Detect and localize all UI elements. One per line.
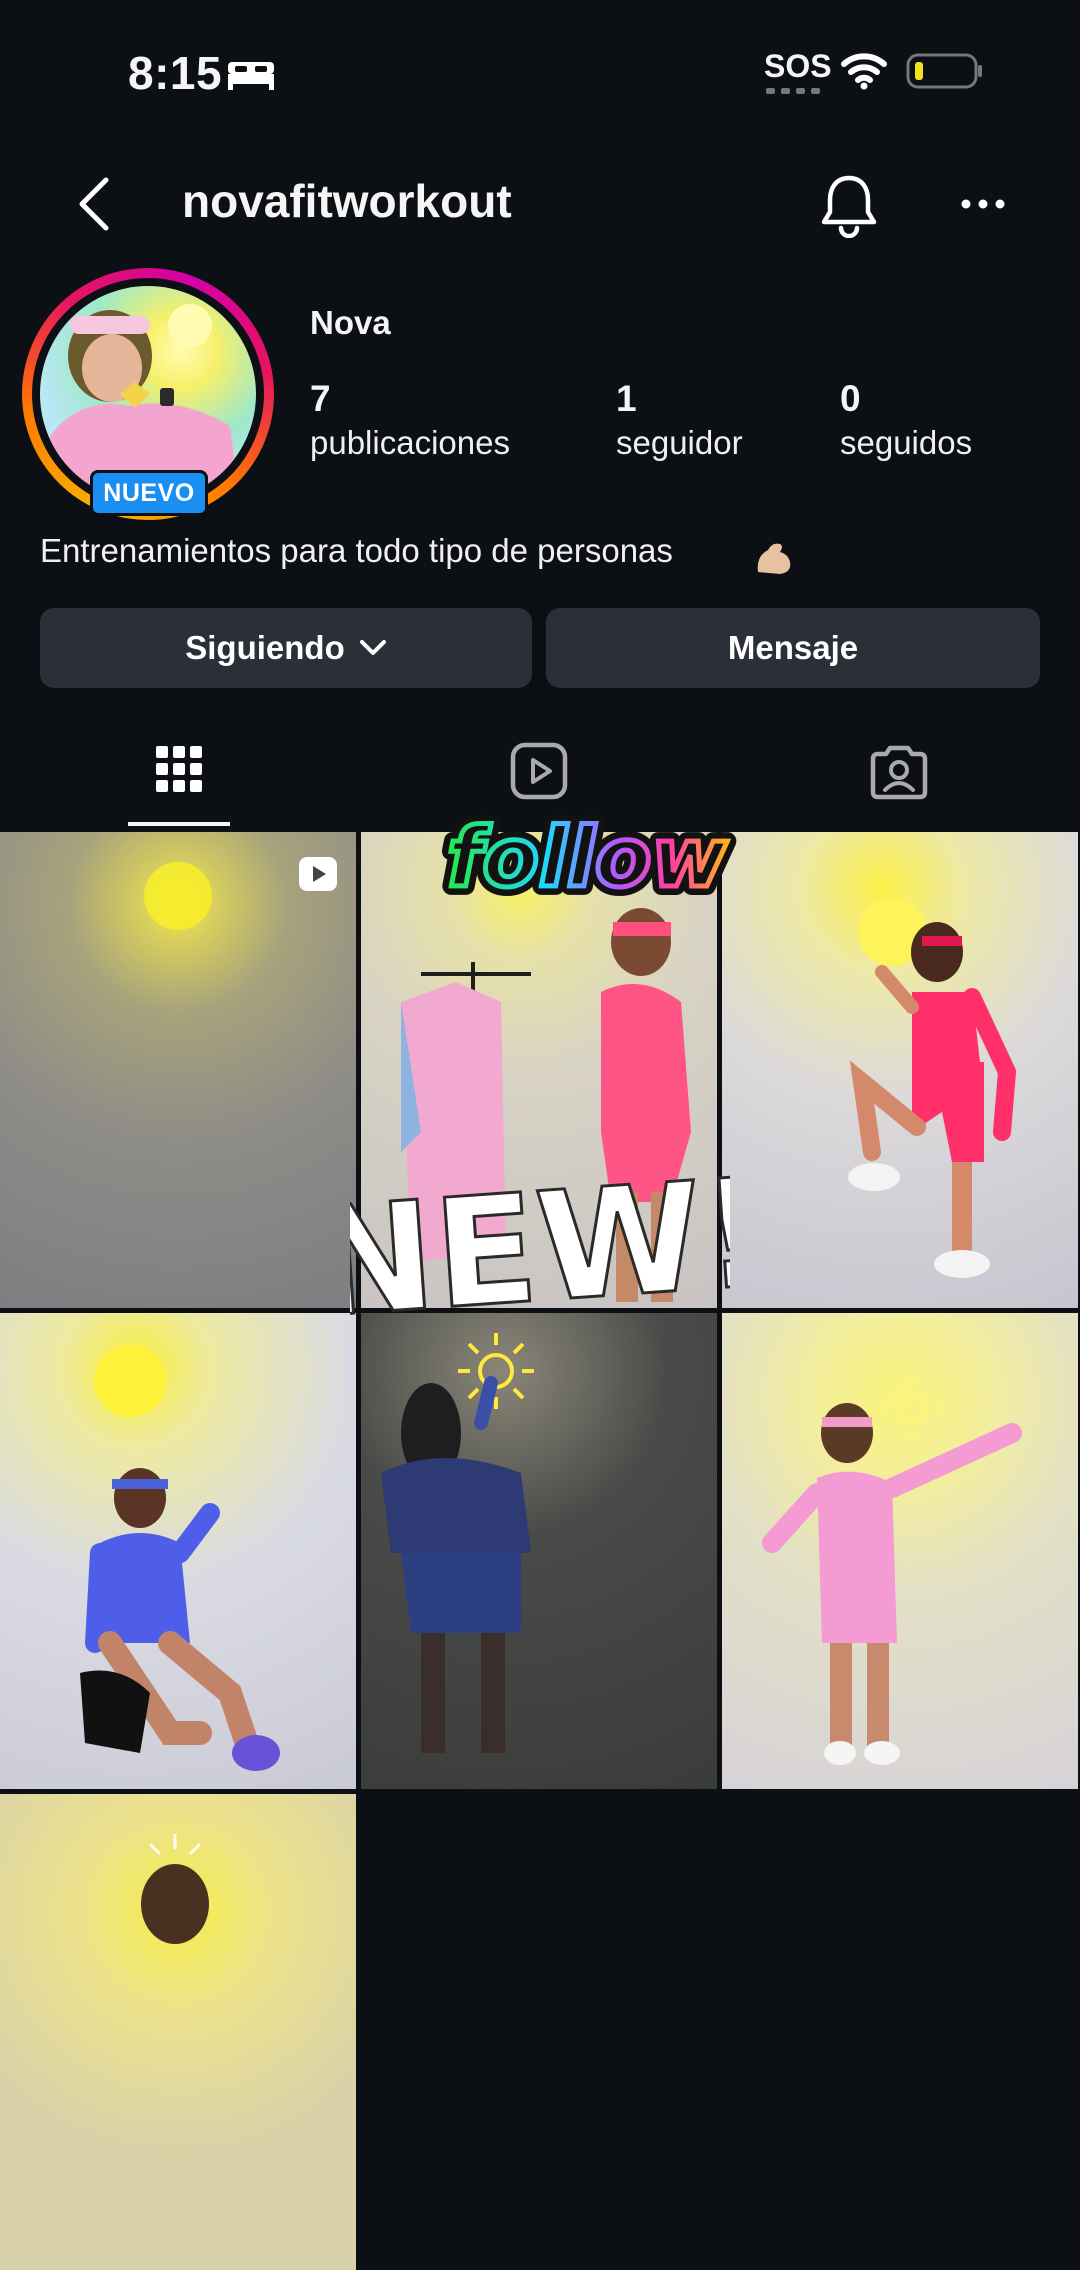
reels-tab-icon[interactable] xyxy=(508,740,570,802)
display-name: Nova xyxy=(310,304,391,341)
grid-tab-icon[interactable] xyxy=(148,740,210,802)
new-badge: NUEVO xyxy=(90,470,208,516)
followers-count[interactable]: 1 xyxy=(616,378,637,420)
following-label[interactable]: seguidos xyxy=(840,424,972,462)
sos-indicator: SOS xyxy=(764,48,832,84)
following-button-label: Siguiendo xyxy=(185,629,345,666)
back-arrow-icon[interactable] xyxy=(74,176,114,232)
chevron-down-icon xyxy=(359,640,386,655)
followers-label[interactable]: seguidor xyxy=(616,424,743,462)
post-thumbnail-6[interactable] xyxy=(722,1313,1078,1789)
notification-bell-icon[interactable] xyxy=(818,172,880,238)
post-thumbnail-4[interactable] xyxy=(0,1313,356,1789)
wifi-icon xyxy=(841,53,887,90)
post-thumbnail-3[interactable] xyxy=(722,832,1078,1308)
svg-text:follow: follow xyxy=(447,811,728,906)
posts-count[interactable]: 7 xyxy=(310,378,331,420)
profile-bio: Entrenamientos para todo tipo de persona… xyxy=(40,532,673,569)
status-time: 8:15 xyxy=(128,47,223,99)
follow-sticker: follow follow xyxy=(438,806,737,915)
new-sticker: NEW! xyxy=(350,1145,730,1340)
profile-username: novafitworkout xyxy=(182,175,512,227)
flexed-biceps-emoji xyxy=(757,543,791,574)
following-button[interactable]: Siguiendo xyxy=(40,608,532,688)
sleep-mode-icon xyxy=(228,62,274,90)
post-thumbnail-5[interactable] xyxy=(361,1313,717,1789)
message-button-label: Mensaje xyxy=(727,629,859,666)
active-tab-indicator xyxy=(128,822,230,826)
battery-icon xyxy=(906,53,982,89)
following-count[interactable]: 0 xyxy=(840,378,861,420)
post-thumbnail-1[interactable] xyxy=(0,832,356,1308)
tagged-tab-icon[interactable] xyxy=(868,740,930,802)
svg-text:NEW!: NEW! xyxy=(350,1146,730,1340)
message-button[interactable]: Mensaje xyxy=(546,608,1040,688)
posts-label[interactable]: publicaciones xyxy=(310,424,510,462)
post-thumbnail-7[interactable] xyxy=(0,1794,356,2270)
more-options-icon[interactable] xyxy=(960,196,1006,212)
signal-dots xyxy=(766,88,820,96)
reel-icon xyxy=(299,857,337,891)
